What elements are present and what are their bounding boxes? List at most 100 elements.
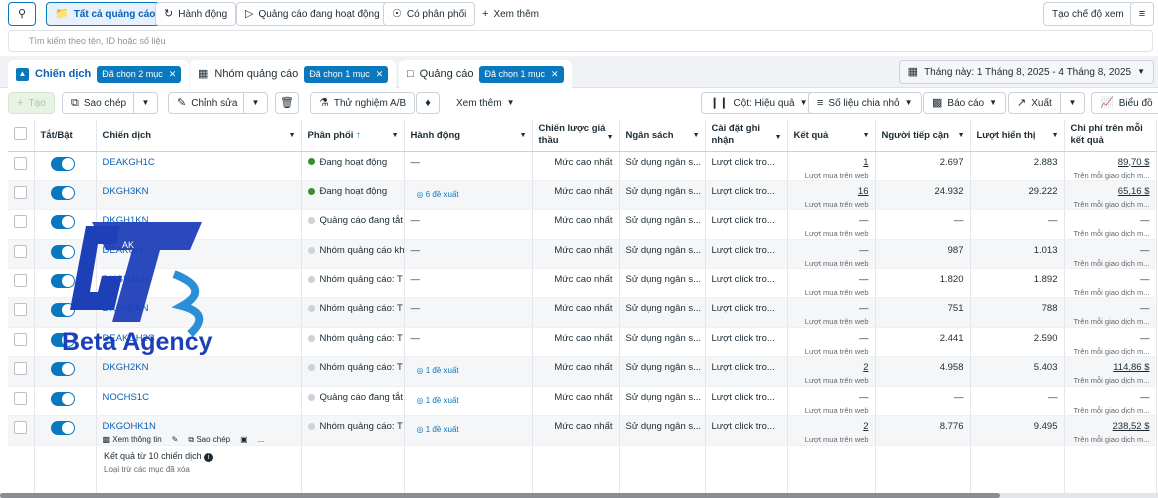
filter-all-ads-button[interactable]: 📁 Tất cả quảng cáo bbox=[46, 2, 165, 26]
table-row[interactable]: DEAKGH1C Đang hoạt động — Mức cao nhất S… bbox=[8, 151, 1157, 181]
campaign-name-link[interactable]: NOCHS1C bbox=[103, 392, 149, 403]
filter-active-ads-button[interactable]: ▷ Quảng cáo đang hoạt động bbox=[236, 2, 389, 26]
tab-ads[interactable]: □ Quảng cáo Đã chọn 1 mục ✕ bbox=[399, 60, 572, 88]
action-toolbar: + Tạo ⧉ Sao chép ▼ ✎ Chỉnh sửa ▼ 🗑 ⚗ Thử… bbox=[0, 90, 1158, 118]
bid-cell: Mức cao nhất bbox=[532, 386, 620, 417]
row-checkbox[interactable] bbox=[14, 215, 27, 229]
breakdown-button[interactable]: ≡ Số liệu chia nhỏ ▼ bbox=[808, 92, 922, 114]
bid-cell: Mức cao nhất bbox=[532, 151, 620, 181]
recommendation-link[interactable]: ◎ 1 đề xuất bbox=[417, 366, 459, 375]
select-all-checkbox[interactable] bbox=[14, 127, 27, 141]
recommendation-link[interactable]: ◎ 1 đề xuất bbox=[417, 396, 459, 405]
row-select-cell bbox=[8, 356, 35, 387]
campaign-name-link[interactable]: DKGH2KN bbox=[103, 362, 149, 373]
campaign-name-cell: DKGH2KN bbox=[96, 356, 302, 387]
horizontal-scrollbar[interactable] bbox=[0, 493, 1158, 498]
export-button[interactable]: ↗ Xuất bbox=[1008, 92, 1061, 114]
adset-selection-chip[interactable]: Đã chọn 1 mục ✕ bbox=[304, 65, 389, 83]
row-checkbox[interactable] bbox=[14, 274, 27, 288]
search-input[interactable]: Tìm kiếm theo tên, ID hoặc số liệu bbox=[8, 30, 1153, 52]
delete-button[interactable]: 🗑 bbox=[275, 92, 299, 114]
header-attribution[interactable]: Cài đặt ghi nhận ▼ bbox=[705, 120, 788, 152]
header-toggle[interactable]: Tắt/Bật bbox=[34, 120, 97, 152]
preview-row-link[interactable]: ▣ bbox=[240, 435, 248, 445]
header-delivery[interactable]: Phân phối ↑ ▼ bbox=[301, 120, 405, 152]
close-icon[interactable]: ✕ bbox=[169, 69, 177, 80]
filter-actions-button[interactable]: ↻ Hành động bbox=[155, 2, 237, 26]
date-range-picker[interactable]: ▦ Tháng này: 1 Tháng 8, 2025 - 4 Tháng 8… bbox=[898, 60, 1154, 84]
campaign-toggle[interactable] bbox=[50, 156, 75, 171]
row-checkbox[interactable] bbox=[14, 244, 27, 258]
campaign-toggle[interactable] bbox=[50, 391, 75, 406]
view-info-link[interactable]: ▩ Xem thông tin bbox=[103, 435, 162, 445]
row-actions: ▩ Xem thông tin ✎ ⧉ Sao chép ▣ ... bbox=[103, 435, 295, 445]
header-bid-strategy[interactable]: Chiến lược giá thầu ▼ bbox=[532, 120, 620, 152]
header-impressions[interactable]: Lượt hiển thị ▼ bbox=[970, 120, 1065, 152]
recommendation-link[interactable]: ◎ 6 đề xuất bbox=[417, 190, 459, 199]
tab-campaigns[interactable]: ▲ Chiến dịch Đã chọn 2 mục ✕ bbox=[8, 60, 190, 88]
campaign-name-link[interactable]: DKGH3KN bbox=[103, 186, 149, 197]
toolbar-see-more-button[interactable]: Xem thêm ▼ bbox=[448, 92, 523, 114]
ad-selection-chip[interactable]: Đã chọn 1 mục ✕ bbox=[479, 65, 564, 83]
recommendation-link[interactable]: ◎ 1 đề xuất bbox=[417, 425, 459, 434]
campaign-name-link[interactable]: DEAKGH1C bbox=[103, 157, 155, 168]
table-row[interactable]: NOCHS1C Quảng cáo đang tắt ◎ 1 đề xuất M… bbox=[8, 386, 1157, 417]
filter-see-more-button[interactable]: + Xem thêm bbox=[474, 2, 547, 26]
campaign-toggle[interactable] bbox=[50, 362, 75, 377]
delivery-cell: Nhóm quảng cáo: T bbox=[301, 327, 405, 358]
campaign-toggle[interactable] bbox=[50, 421, 75, 436]
flask-icon: ⚗ bbox=[319, 96, 329, 109]
create-view-button[interactable]: Tạo chế độ xem bbox=[1043, 2, 1133, 26]
tag-button[interactable]: ♦ bbox=[416, 92, 440, 114]
campaign-selection-chip[interactable]: Đã chọn 2 mục ✕ bbox=[97, 65, 182, 83]
header-actions[interactable]: Hành động ▼ bbox=[404, 120, 533, 152]
header-cost-per-result[interactable]: Chi phí trên mỗi kết quả bbox=[1064, 120, 1157, 152]
reports-button[interactable]: ▩ Báo cáo ▼ bbox=[923, 92, 1007, 114]
header-budget[interactable]: Ngân sách ▼ bbox=[619, 120, 706, 152]
actions-cell: — bbox=[404, 239, 533, 270]
edit-button[interactable]: ✎ Chỉnh sửa bbox=[168, 92, 244, 114]
edit-row-link[interactable]: ✎ bbox=[172, 435, 179, 445]
campaign-toggle[interactable] bbox=[50, 185, 75, 200]
chevron-down-icon: ▼ bbox=[506, 98, 515, 107]
header-reach[interactable]: Người tiếp cận ▼ bbox=[875, 120, 971, 152]
row-checkbox[interactable] bbox=[14, 362, 27, 376]
chevron-down-icon: ▼ bbox=[141, 98, 150, 107]
impressions-cell: 1.892 bbox=[970, 268, 1065, 299]
table-row[interactable]: DKGH3KN Đang hoạt động ◎ 6 đề xuất Mức c… bbox=[8, 180, 1157, 211]
row-checkbox[interactable] bbox=[14, 303, 27, 317]
row-checkbox[interactable] bbox=[14, 185, 27, 199]
view-settings-button[interactable]: ≡ bbox=[1130, 2, 1154, 26]
row-checkbox[interactable] bbox=[14, 332, 27, 346]
reach-cell: 1.820 bbox=[875, 268, 971, 299]
export-dropdown-button[interactable]: ▼ bbox=[1060, 92, 1085, 114]
header-results[interactable]: Kết quả ▼ bbox=[787, 120, 876, 152]
chart-button[interactable]: 📈 Biểu đồ bbox=[1091, 92, 1158, 114]
scrollbar-thumb[interactable] bbox=[0, 493, 1000, 498]
copy-dropdown-button[interactable]: ▼ bbox=[133, 92, 158, 114]
campaign-name-link[interactable]: DKGOHK1N bbox=[103, 421, 156, 432]
row-checkbox[interactable] bbox=[14, 421, 27, 435]
table-row[interactable]: DKGOHK1N ▩ Xem thông tin ✎ ⧉ Sao chép ▣ … bbox=[8, 415, 1157, 447]
status-dot-icon bbox=[307, 334, 315, 342]
more-row-link[interactable]: ... bbox=[258, 435, 265, 445]
header-campaign[interactable]: Chiến dịch ▼ bbox=[96, 120, 302, 152]
tab-adsets[interactable]: ▦ Nhóm quảng cáo Đã chọn 1 mục ✕ bbox=[190, 60, 397, 88]
bid-cell: Mức cao nhất bbox=[532, 209, 620, 240]
search-toggle-button[interactable]: ⚲ bbox=[8, 2, 36, 26]
impressions-cell: 2.590 bbox=[970, 327, 1065, 358]
row-checkbox[interactable] bbox=[14, 156, 27, 170]
close-icon[interactable]: ✕ bbox=[376, 69, 384, 80]
info-icon[interactable]: i bbox=[204, 453, 214, 462]
breakdown-icon: ≡ bbox=[817, 96, 824, 109]
copy-button[interactable]: ⧉ Sao chép bbox=[62, 92, 136, 114]
ab-test-button[interactable]: ⚗ Thử nghiệm A/B bbox=[310, 92, 416, 114]
edit-dropdown-button[interactable]: ▼ bbox=[243, 92, 268, 114]
filter-delivery-button[interactable]: ☉ Có phân phối bbox=[383, 2, 476, 26]
table-row[interactable]: DKGH2KN Nhóm quảng cáo: T ◎ 1 đề xuất Mứ… bbox=[8, 356, 1157, 387]
close-icon[interactable]: ✕ bbox=[551, 69, 559, 80]
row-checkbox[interactable] bbox=[14, 391, 27, 405]
create-button[interactable]: + Tạo bbox=[8, 92, 55, 114]
copy-row-link[interactable]: ⧉ Sao chép bbox=[188, 435, 230, 445]
columns-button[interactable]: ❙❙ Cột: Hiệu quả ▼ bbox=[701, 92, 817, 114]
